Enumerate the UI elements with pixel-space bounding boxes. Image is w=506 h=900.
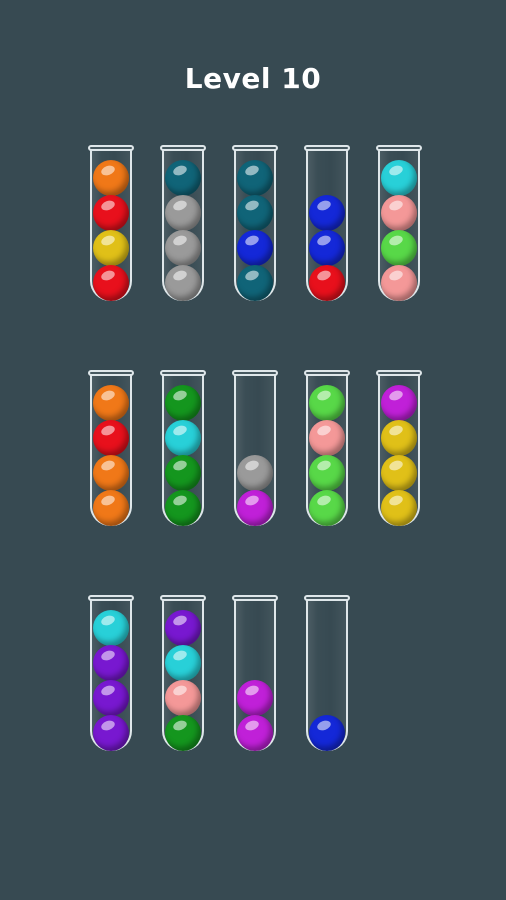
tube-rim — [232, 595, 278, 601]
ball-blue — [237, 230, 273, 266]
tube-12[interactable] — [160, 595, 206, 755]
ball-red — [93, 265, 129, 301]
tube-10[interactable] — [376, 370, 422, 530]
ball-yellow — [381, 455, 417, 491]
ball-green — [165, 490, 201, 526]
ball-cyan — [165, 645, 201, 681]
ball-magenta — [381, 385, 417, 421]
tube-8[interactable] — [232, 370, 278, 530]
ball-blue — [309, 230, 345, 266]
ball-green — [165, 385, 201, 421]
ball-yellow — [381, 420, 417, 456]
tube-rim — [304, 145, 350, 151]
ball-cyan — [93, 610, 129, 646]
ball-purple — [165, 610, 201, 646]
ball-teal — [237, 265, 273, 301]
ball-teal — [237, 195, 273, 231]
tube-11[interactable] — [88, 595, 134, 755]
tube-rim — [88, 370, 134, 376]
ball-orange — [93, 160, 129, 196]
ball-green — [165, 715, 201, 751]
ball-yellow — [93, 230, 129, 266]
ball-magenta — [237, 680, 273, 716]
ball-red — [309, 265, 345, 301]
ball-blue — [309, 195, 345, 231]
ball-lightgreen — [381, 230, 417, 266]
ball-orange — [93, 385, 129, 421]
ball-teal — [165, 160, 201, 196]
tube-5[interactable] — [376, 145, 422, 305]
ball-magenta — [237, 490, 273, 526]
tube-1[interactable] — [88, 145, 134, 305]
ball-gray — [165, 265, 201, 301]
tube-2[interactable] — [160, 145, 206, 305]
ball-pink — [381, 195, 417, 231]
tube-13[interactable] — [232, 595, 278, 755]
tube-9[interactable] — [304, 370, 350, 530]
ball-blue — [309, 715, 345, 751]
tube-6[interactable] — [88, 370, 134, 530]
ball-pink — [309, 420, 345, 456]
ball-yellow — [381, 490, 417, 526]
tube-rim — [88, 145, 134, 151]
ball-gray — [237, 455, 273, 491]
ball-lightgreen — [309, 490, 345, 526]
ball-red — [93, 420, 129, 456]
tube-rim — [376, 370, 422, 376]
tube-rim — [232, 370, 278, 376]
ball-orange — [93, 490, 129, 526]
ball-pink — [165, 680, 201, 716]
tube-rim — [160, 595, 206, 601]
ball-pink — [381, 265, 417, 301]
ball-purple — [93, 715, 129, 751]
tube-rim — [376, 145, 422, 151]
ball-cyan — [165, 420, 201, 456]
tube-3[interactable] — [232, 145, 278, 305]
ball-lightgreen — [309, 455, 345, 491]
tube-14[interactable] — [304, 595, 350, 755]
game-board — [0, 0, 506, 900]
tube-rim — [160, 145, 206, 151]
tube-rim — [304, 595, 350, 601]
ball-cyan — [381, 160, 417, 196]
ball-lightgreen — [309, 385, 345, 421]
ball-red — [93, 195, 129, 231]
ball-purple — [93, 645, 129, 681]
ball-green — [165, 455, 201, 491]
ball-orange — [93, 455, 129, 491]
tube-rim — [88, 595, 134, 601]
tube-rim — [160, 370, 206, 376]
ball-gray — [165, 230, 201, 266]
ball-teal — [237, 160, 273, 196]
ball-gray — [165, 195, 201, 231]
ball-purple — [93, 680, 129, 716]
tube-4[interactable] — [304, 145, 350, 305]
tube-7[interactable] — [160, 370, 206, 530]
tube-rim — [232, 145, 278, 151]
tube-rim — [304, 370, 350, 376]
ball-magenta — [237, 715, 273, 751]
